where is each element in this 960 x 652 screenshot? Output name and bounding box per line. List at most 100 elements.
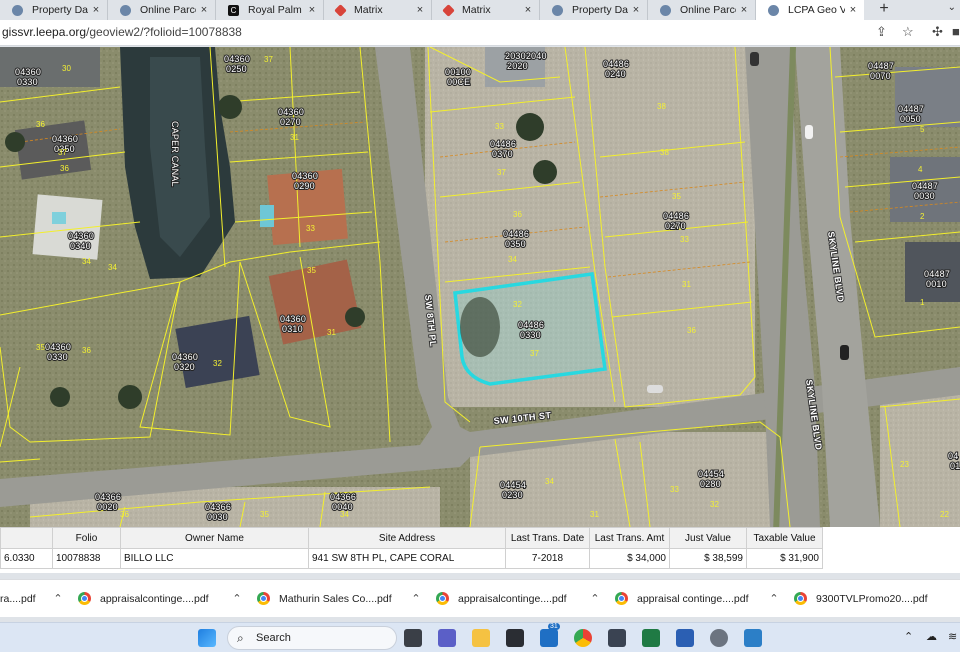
tab-property-data-2[interactable]: Property Data× [540, 0, 648, 20]
lot-number-label: 37 [58, 148, 67, 157]
address-bar[interactable]: gissvr.leepa.org/geoview2/?folioid=10078… [0, 20, 960, 46]
extensions-icon[interactable]: ✣ [932, 24, 943, 40]
column-header-last-trans-amt[interactable]: Last Trans. Amt [589, 527, 670, 549]
parcel-map[interactable]: CAPER CANAL SW 8TH PL SW 10TH ST SKYLINE… [0, 47, 960, 527]
tab-online-parcel-1[interactable]: Online Parcel× [108, 0, 216, 20]
lot-number-label: 34 [508, 255, 517, 264]
close-icon[interactable]: × [736, 4, 752, 16]
lot-number-label: 36 [36, 120, 45, 129]
download-filename: appraisalcontinge....pdf [458, 592, 567, 605]
close-icon[interactable]: × [304, 4, 320, 16]
tab-matrix-1[interactable]: Matrix × [324, 0, 432, 20]
parcel-label: 04360 0320 [172, 352, 198, 372]
column-header[interactable] [0, 527, 53, 549]
lot-number-label: 31 [327, 328, 336, 337]
column-header-last-trans-date[interactable]: Last Trans. Date [505, 527, 590, 549]
windows-taskbar: ⌕ Search 31 ⌃ ☁ ≋ [0, 622, 960, 652]
mail-icon[interactable]: 31 [540, 623, 560, 647]
download-item[interactable]: appraisal continge....pdf ⌃ [605, 580, 784, 618]
download-filename: appraisalcontinge....pdf [100, 592, 209, 605]
lot-number-label: 32 [710, 500, 719, 509]
lot-number-label: 37 [530, 349, 539, 358]
canal-label: CAPER CANAL [170, 121, 180, 187]
parcel-label: 04360 0250 [224, 54, 250, 74]
parcel-label: 04360 0330 [45, 342, 71, 362]
map-canvas[interactable]: CAPER CANAL SW 8TH PL SW 10TH ST SKYLINE… [0, 47, 960, 527]
parcel-label: 04360 0330 [15, 67, 41, 87]
download-shelf: ra....pdf ⌃ appraisalcontinge....pdf ⌃ Mat… [0, 579, 960, 617]
column-header-just-value[interactable]: Just Value [669, 527, 747, 549]
close-icon[interactable]: × [196, 4, 212, 16]
photos-icon[interactable] [744, 629, 762, 647]
lot-number-label: 30 [62, 64, 71, 73]
chevron-up-icon[interactable]: ⌃ [406, 592, 426, 605]
parcel-label: 04366 0040 [330, 492, 356, 512]
tab-search-chevron-icon[interactable]: ⌄ [948, 2, 956, 13]
parcel-label: 04 01 [948, 451, 960, 471]
windows-start-icon[interactable] [198, 629, 216, 647]
lot-number-label: 36 [82, 346, 91, 355]
wifi-icon[interactable]: ≋ [948, 630, 957, 643]
parcel-label: 04454 0280 [698, 469, 724, 489]
close-icon[interactable]: × [520, 4, 536, 16]
close-icon[interactable]: × [412, 4, 428, 16]
taskbar-search-box[interactable]: ⌕ Search [227, 626, 397, 650]
table-row[interactable]: 6.0330 10078838 BILLO LLC 941 SW 8TH PL,… [0, 548, 823, 569]
store-icon[interactable] [506, 629, 524, 647]
lot-number-label: 36 [120, 510, 129, 519]
globe-icon [12, 4, 23, 16]
new-tab-button[interactable]: + [864, 0, 904, 20]
download-item[interactable]: Mathurin Sales Co....pdf ⌃ [247, 580, 426, 618]
tab-royal-palm[interactable]: C Royal Palm Co× [216, 0, 324, 20]
pen-icon[interactable] [608, 629, 626, 647]
task-view-icon[interactable] [404, 629, 422, 647]
word-icon[interactable] [676, 629, 694, 647]
close-icon[interactable]: × [628, 4, 644, 16]
download-item[interactable]: appraisalcontinge....pdf ⌃ [426, 580, 605, 618]
column-header-taxable-value[interactable]: Taxable Value [746, 527, 823, 549]
column-header-folio[interactable]: Folio [52, 527, 121, 549]
chevron-up-icon[interactable]: ⌃ [764, 592, 784, 605]
close-icon[interactable]: × [845, 4, 861, 16]
lot-number-label: 32 [513, 300, 522, 309]
parcel-label: 00100 00CE [445, 67, 471, 87]
parcel-label: 04487 0030 [912, 181, 938, 201]
search-label: Search [256, 632, 291, 644]
close-icon[interactable]: × [88, 4, 104, 16]
lot-number-label: 35 [36, 343, 45, 352]
chrome-icon [436, 592, 449, 605]
file-explorer-icon[interactable] [472, 629, 490, 647]
teams-chat-icon[interactable] [438, 629, 456, 647]
profile-icon[interactable]: ■ [952, 24, 960, 39]
download-item[interactable]: 9300TVLPromo20....pdf [784, 580, 945, 618]
parcel-label: 04366 0020 [95, 492, 121, 512]
download-item[interactable]: appraisalcontinge....pdf ⌃ [68, 580, 247, 618]
chevron-up-icon[interactable]: ⌃ [48, 592, 68, 605]
parcel-label: 04486 0350 [503, 229, 529, 249]
tab-lcpa-geo-view[interactable]: LCPA Geo View× [756, 0, 864, 20]
bookmark-star-icon[interactable]: ☆ [902, 24, 914, 40]
matrix-icon [442, 3, 455, 17]
tab-online-parcel-2[interactable]: Online Parcel× [648, 0, 756, 20]
cell-folio[interactable]: 10078838 [52, 548, 121, 569]
column-header-owner-name[interactable]: Owner Name [120, 527, 309, 549]
chevron-up-icon[interactable]: ⌃ [585, 592, 605, 605]
tab-property-data-1[interactable]: Property Data× [0, 0, 108, 20]
globe-icon [552, 4, 563, 16]
tab-title: Property Data [32, 4, 88, 16]
settings-gear-icon[interactable] [710, 629, 728, 647]
cloud-icon[interactable]: ☁ [926, 630, 937, 643]
parcel-label: 04486 0270 [663, 211, 689, 231]
url-text[interactable]: gissvr.leepa.org/geoview2/?folioid=10078… [2, 25, 242, 39]
lot-number-label: 31 [682, 280, 691, 289]
chrome-icon[interactable] [574, 629, 592, 647]
matrix-icon [334, 3, 347, 17]
download-item[interactable]: ra....pdf ⌃ [0, 580, 68, 618]
column-header-site-address[interactable]: Site Address [308, 527, 506, 549]
excel-icon[interactable] [642, 629, 660, 647]
tab-matrix-2[interactable]: Matrix × [432, 0, 540, 20]
chevron-up-icon[interactable]: ⌃ [904, 630, 913, 643]
parcel-label: 04486 0370 [490, 139, 516, 159]
share-icon[interactable]: ⇪ [876, 24, 887, 40]
chevron-up-icon[interactable]: ⌃ [227, 592, 247, 605]
